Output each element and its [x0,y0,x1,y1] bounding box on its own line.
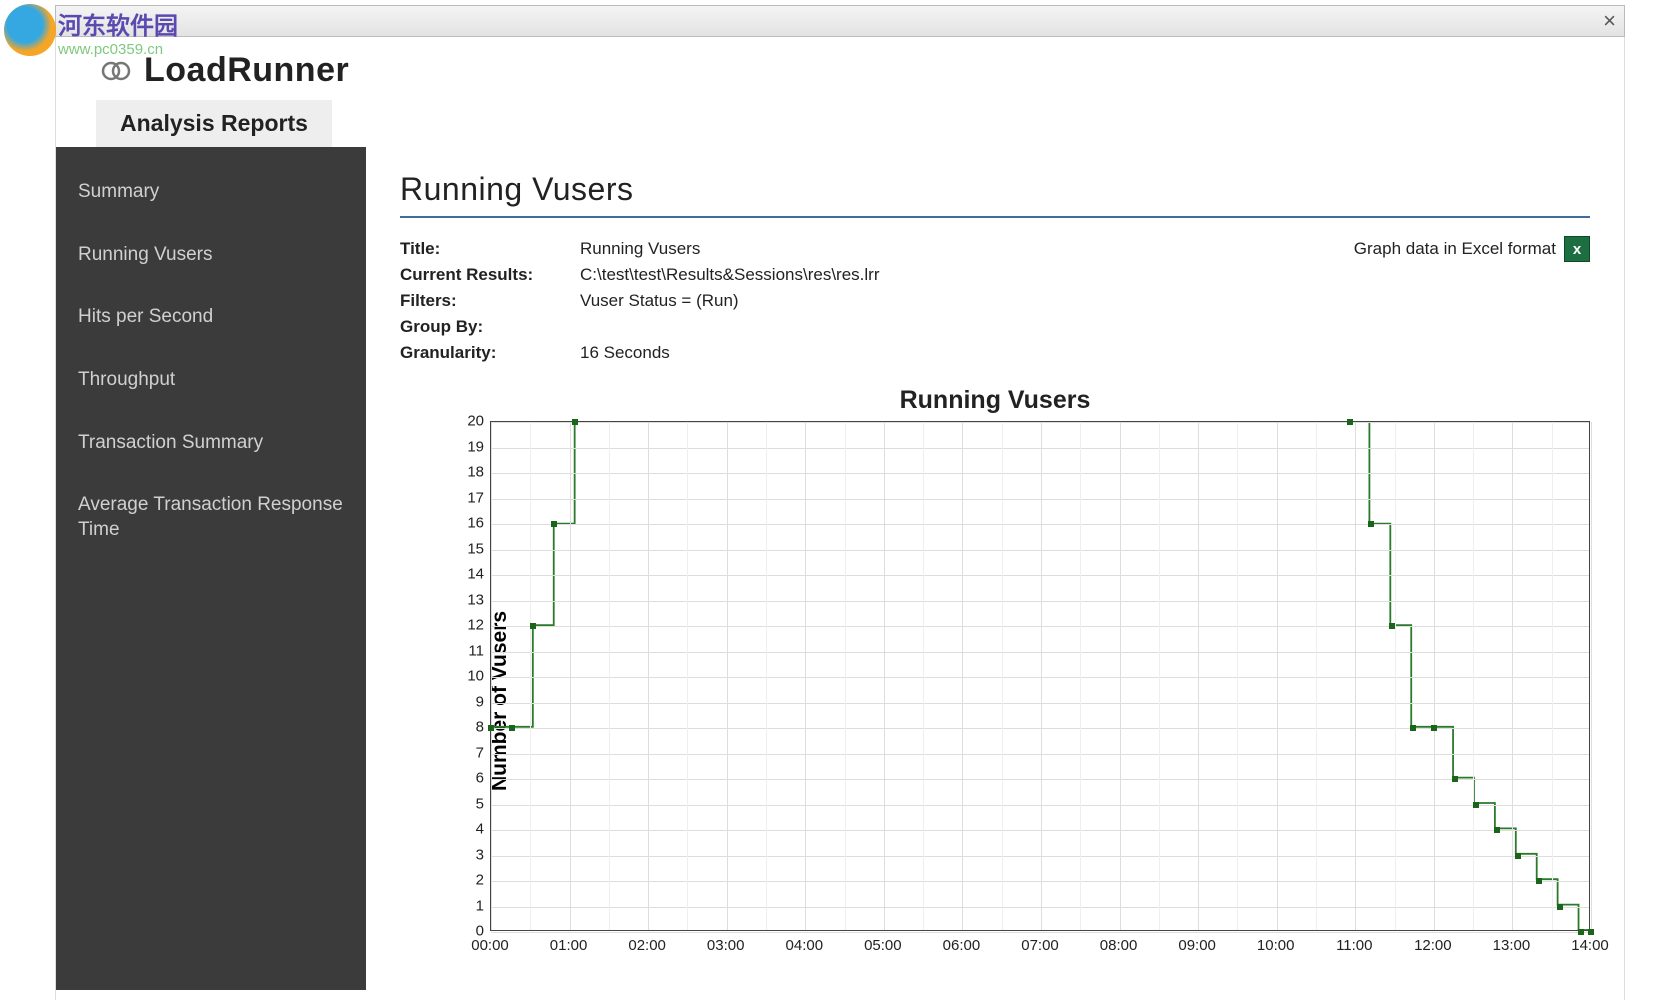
y-tick: 4 [476,821,484,838]
y-tick: 20 [467,413,484,430]
y-tick: 16 [467,515,484,532]
data-point [1515,853,1521,859]
page-title: Running Vusers [400,171,1590,214]
x-tick: 11:00 [1336,937,1372,954]
content-row: Summary Running Vusers Hits per Second T… [56,147,1624,990]
x-axis-label: Elapsed scenario time mm:ss [430,987,1590,990]
watermark-brand: 河东软件园 [58,6,178,41]
loadrunner-icon [100,55,132,87]
y-tick: 11 [468,642,484,659]
y-tick: 18 [467,464,484,481]
meta-groupby-label: Group By: [400,317,580,337]
excel-icon: x [1564,236,1590,262]
main-panel: Running Vusers Graph data in Excel forma… [366,147,1624,990]
y-tick: 7 [476,744,484,761]
y-ticks: 01234567891011121314151617181920 [450,421,488,931]
x-tick: 10:00 [1257,937,1295,954]
y-tick: 12 [467,617,484,634]
close-icon[interactable]: × [1603,8,1616,34]
y-tick: 14 [467,566,484,583]
tab-row: Analysis Reports [56,100,1624,147]
brand-row: LoadRunner [56,37,1624,100]
data-point [1536,878,1542,884]
data-point [1389,623,1395,629]
data-point [509,725,515,731]
data-point [1473,802,1479,808]
y-tick: 2 [476,872,484,889]
sidebar-item-running-vusers[interactable]: Running Vusers [56,224,366,287]
y-tick: 5 [476,795,484,812]
watermark-url: www.pc0359.cn [58,41,178,58]
meta-filters-val: Vuser Status = (Run) [580,291,1590,311]
data-point [1557,904,1563,910]
x-tick: 08:00 [1100,937,1138,954]
y-tick: 9 [476,693,484,710]
sidebar-item-avg-trans-response-time[interactable]: Average Transaction Response Time [56,474,366,561]
x-tick: 14:00 [1571,937,1609,954]
data-point [1431,725,1437,731]
y-tick: 10 [467,668,484,685]
y-tick: 15 [467,540,484,557]
x-tick: 12:00 [1414,937,1452,954]
y-tick: 17 [467,489,484,506]
x-tick: 03:00 [707,937,745,954]
y-tick: 3 [476,846,484,863]
data-point [1452,776,1458,782]
chart-box: Number of Vusers 01234567891011121314151… [430,421,1590,981]
sidebar-item-hits-per-second[interactable]: Hits per Second [56,286,366,349]
x-tick: 13:00 [1493,937,1531,954]
data-point [1368,521,1374,527]
meta-block: Graph data in Excel format x Title: Runn… [400,236,1590,366]
y-tick: 19 [467,438,484,455]
plot-area [490,421,1590,931]
watermark-text: 河东软件园 www.pc0359.cn [58,6,178,58]
y-tick: 8 [476,719,484,736]
meta-results-val: C:\test\test\Results&Sessions\res\res.lr… [580,265,1590,285]
data-point [488,725,494,731]
tab-analysis-reports[interactable]: Analysis Reports [96,100,332,147]
meta-results-label: Current Results: [400,265,580,285]
window-titlebar: × [55,5,1625,37]
x-tick: 07:00 [1021,937,1059,954]
data-point [1347,419,1353,425]
sidebar-item-transaction-summary[interactable]: Transaction Summary [56,412,366,475]
x-tick: 06:00 [943,937,981,954]
x-tick: 02:00 [628,937,666,954]
x-tick: 04:00 [786,937,824,954]
title-rule [400,216,1590,218]
x-tick: 09:00 [1178,937,1216,954]
excel-link-label: Graph data in Excel format [1354,239,1556,259]
data-point [1410,725,1416,731]
data-point [572,419,578,425]
x-tick: 00:00 [471,937,509,954]
chart-wrap: Running Vusers Number of Vusers 01234567… [400,386,1590,990]
chart-title: Running Vusers [400,386,1590,415]
data-point [1494,827,1500,833]
y-tick: 1 [476,897,484,914]
watermark-logo [4,4,56,56]
meta-gran-val: 16 Seconds [580,343,1590,363]
y-tick: 6 [476,770,484,787]
excel-export-link[interactable]: Graph data in Excel format x [1354,236,1590,262]
sidebar: Summary Running Vusers Hits per Second T… [56,147,366,990]
y-tick: 13 [467,591,484,608]
meta-filters-label: Filters: [400,291,580,311]
x-tick: 01:00 [550,937,588,954]
meta-title-label: Title: [400,239,580,259]
data-point [530,623,536,629]
data-point [551,521,557,527]
app-frame: LoadRunner Analysis Reports Summary Runn… [55,37,1625,1000]
x-ticks: 00:0001:0002:0003:0004:0005:0006:0007:00… [490,933,1590,973]
sidebar-item-throughput[interactable]: Throughput [56,349,366,412]
meta-groupby-val [580,317,1590,337]
x-tick: 05:00 [864,937,902,954]
sidebar-item-summary[interactable]: Summary [56,161,366,224]
meta-gran-label: Granularity: [400,343,580,363]
